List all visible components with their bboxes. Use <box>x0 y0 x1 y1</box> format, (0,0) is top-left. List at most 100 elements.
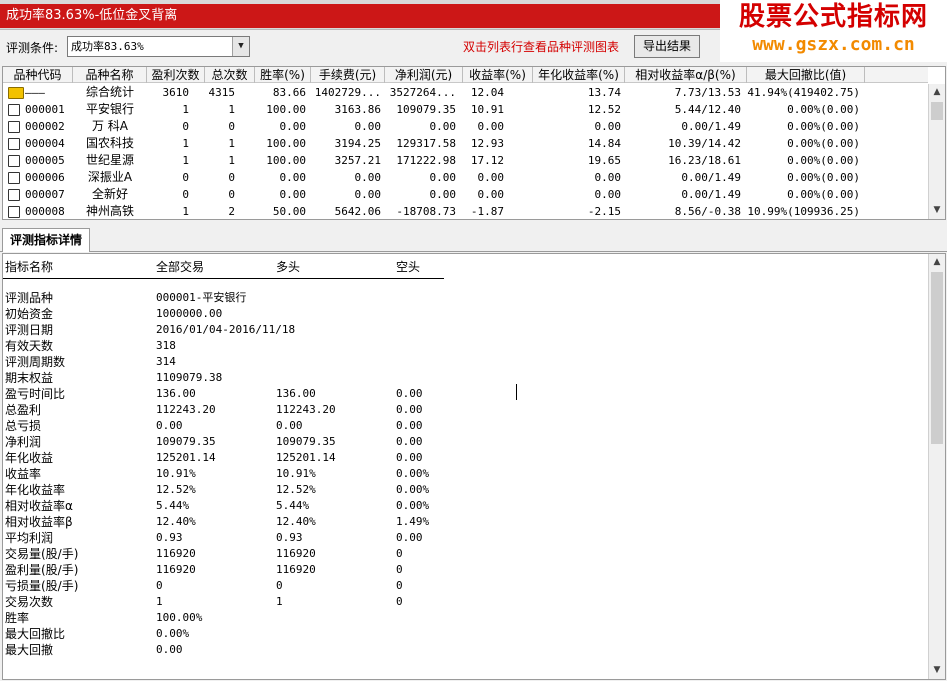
col-header-code[interactable]: 品种代码 <box>3 67 73 83</box>
metric-value-a: 1000000.00 <box>156 307 223 320</box>
detail-row: 相对收益率β 12.40% 12.40% 1.49% <box>3 514 928 530</box>
chevron-down-icon[interactable]: ▼ <box>232 37 249 56</box>
metric-name: 交易量(股/手) <box>5 547 79 561</box>
cell-relative: 0.00/1.49 <box>681 188 741 201</box>
detail-header-all: 全部交易 <box>156 260 205 274</box>
cell-fee: 0.00 <box>354 171 382 184</box>
detail-row: 最大回撤 0.00 <box>3 642 928 658</box>
cell-profit: 3527264... <box>389 86 456 99</box>
grid-header: 品种代码 品种名称 盈利次数 总次数 胜率(%) 手续费(元) 净利润(元) 收… <box>3 67 928 83</box>
cell-fee: 5642.06 <box>334 205 381 218</box>
metric-value-c: 0.00 <box>396 387 423 400</box>
metric-value-a: 0 <box>156 579 163 592</box>
checkbox-icon[interactable] <box>8 189 20 201</box>
table-row[interactable]: 000002 万 科A 0 0 0.00 0.00 0.00 0.00 0.00 0.00/1.4… <box>3 118 928 135</box>
scroll-up-icon[interactable]: ▲ <box>929 254 945 271</box>
checkbox-icon[interactable] <box>8 172 20 184</box>
detail-header-long: 多头 <box>276 260 301 274</box>
cell-code: 000004 <box>25 137 65 150</box>
metric-value-b: 136.00 <box>276 387 316 400</box>
cell-rate: 50.00 <box>272 205 306 218</box>
cell-ret: 12.93 <box>470 137 504 150</box>
cell-drawdown: 0.00%(0.00) <box>787 103 860 116</box>
cell-code: 000007 <box>25 188 65 201</box>
double-click-hint: 双击列表行查看品种评测图表 <box>463 40 620 54</box>
scroll-down-icon[interactable]: ▼ <box>929 662 945 679</box>
cell-profit: 171222.98 <box>396 154 456 167</box>
detail-row: 年化收益 125201.14 125201.14 0.00 <box>3 450 928 466</box>
cell-wins: 0 <box>182 120 189 133</box>
detail-row: 最大回撤比 0.00% <box>3 626 928 642</box>
col-header-name[interactable]: 品种名称 <box>73 67 147 83</box>
condition-select[interactable]: 成功率83.63% ▼ <box>67 36 250 57</box>
col-header-relative[interactable]: 相对收益率α/β(%) <box>625 67 747 83</box>
checkbox-icon[interactable] <box>8 104 20 116</box>
cell-profit: -18708.73 <box>396 205 456 218</box>
metric-value-c: 0 <box>396 579 403 592</box>
scroll-thumb[interactable] <box>931 272 943 444</box>
col-header-total[interactable]: 总次数 <box>205 67 255 83</box>
cell-rate: 100.00 <box>266 154 306 167</box>
metric-value-a: 318 <box>156 339 176 352</box>
metric-value-b: 109079.35 <box>276 435 336 448</box>
metric-value-a: 2016/01/04-2016/11/18 <box>156 323 296 336</box>
checkbox-icon[interactable] <box>8 155 20 167</box>
metric-value-a: 136.00 <box>156 387 196 400</box>
export-button[interactable]: 导出结果 <box>634 35 700 58</box>
metric-value-b: 116920 <box>276 547 316 560</box>
checkbox-icon[interactable] <box>8 138 20 150</box>
grid-scrollbar[interactable]: ▲ ▼ <box>928 84 945 219</box>
detail-row: 平均利润 0.93 0.93 0.00 <box>3 530 928 546</box>
metric-value-a: 112243.20 <box>156 403 216 416</box>
table-row[interactable]: 000006 深振业A 0 0 0.00 0.00 0.00 0.00 0.00 0.00/1.4… <box>3 169 928 186</box>
metric-name: 评测周期数 <box>5 355 66 369</box>
metric-value-c: 0.00 <box>396 435 423 448</box>
metric-value-b: 116920 <box>276 563 316 576</box>
checkbox-icon[interactable] <box>8 206 20 218</box>
detail-scrollbar[interactable]: ▲ ▼ <box>928 254 945 679</box>
col-header-profit[interactable]: 净利润(元) <box>385 67 463 83</box>
result-grid: 品种代码 品种名称 盈利次数 总次数 胜率(%) 手续费(元) 净利润(元) 收… <box>2 66 946 220</box>
col-header-return[interactable]: 收益率(%) <box>463 67 533 83</box>
tab-metric-details[interactable]: 评测指标详情 <box>2 228 90 252</box>
cell-relative: 0.00/1.49 <box>681 120 741 133</box>
cell-name: 综合统计 <box>85 85 134 99</box>
table-row[interactable]: 000001 平安银行 1 1 100.00 3163.86 109079.35 10.91 1… <box>3 101 928 118</box>
metric-name: 盈利量(股/手) <box>5 563 79 577</box>
metric-value-a: 000001-平安银行 <box>156 291 247 304</box>
cell-rate: 100.00 <box>266 137 306 150</box>
table-row[interactable]: 000004 国农科技 1 1 100.00 3194.25 129317.58 12.93 1… <box>3 135 928 152</box>
table-row[interactable]: 000007 全新好 0 0 0.00 0.00 0.00 0.00 0.00 0.00/1.49… <box>3 186 928 203</box>
scroll-down-icon[interactable]: ▼ <box>929 202 945 219</box>
metric-value-a: 12.40% <box>156 515 196 528</box>
cell-annual: 12.52 <box>587 103 621 116</box>
watermark-text: 股票公式指标网 <box>738 2 928 32</box>
detail-row: 交易量(股/手) 116920 116920 0 <box>3 546 928 562</box>
summary-icon[interactable] <box>8 87 24 99</box>
scroll-thumb[interactable] <box>931 102 943 120</box>
metric-value-b: 112243.20 <box>276 403 336 416</box>
col-header-annual[interactable]: 年化收益率(%) <box>533 67 625 83</box>
metric-value-a: 0.00 <box>156 643 183 656</box>
metric-name: 收益率 <box>5 467 42 481</box>
cell-fee: 3194.25 <box>334 137 381 150</box>
scroll-up-icon[interactable]: ▲ <box>929 84 945 101</box>
cell-total: 0 <box>228 120 235 133</box>
detail-header: 指标名称 全部交易 多头 空头 <box>3 258 928 278</box>
cell-relative: 16.23/18.61 <box>668 154 741 167</box>
table-row[interactable]: 000008 神州高铁 1 2 50.00 5642.06 -18708.73 -1.87 -2… <box>3 203 928 219</box>
window-title: 成功率83.63%-低位金叉背离 <box>0 4 720 28</box>
detail-row: 总亏损 0.00 0.00 0.00 <box>3 418 928 434</box>
cell-fee: 0.00 <box>354 120 382 133</box>
metric-value-a: 116920 <box>156 563 196 576</box>
col-header-drawdown[interactable]: 最大回撤比(值) <box>747 67 865 83</box>
checkbox-icon[interactable] <box>8 121 20 133</box>
col-header-wins[interactable]: 盈利次数 <box>147 67 205 83</box>
table-row[interactable]: ——— 综合统计 3610 4315 83.66 1402729... 3527264...… <box>3 84 928 101</box>
col-header-fee[interactable]: 手续费(元) <box>311 67 385 83</box>
col-header-rate[interactable]: 胜率(%) <box>255 67 311 83</box>
cell-drawdown: 0.00%(0.00) <box>787 154 860 167</box>
cell-profit: 129317.58 <box>396 137 456 150</box>
table-row[interactable]: 000005 世纪星源 1 1 100.00 3257.21 171222.98 17.12 1… <box>3 152 928 169</box>
cell-wins: 0 <box>182 171 189 184</box>
